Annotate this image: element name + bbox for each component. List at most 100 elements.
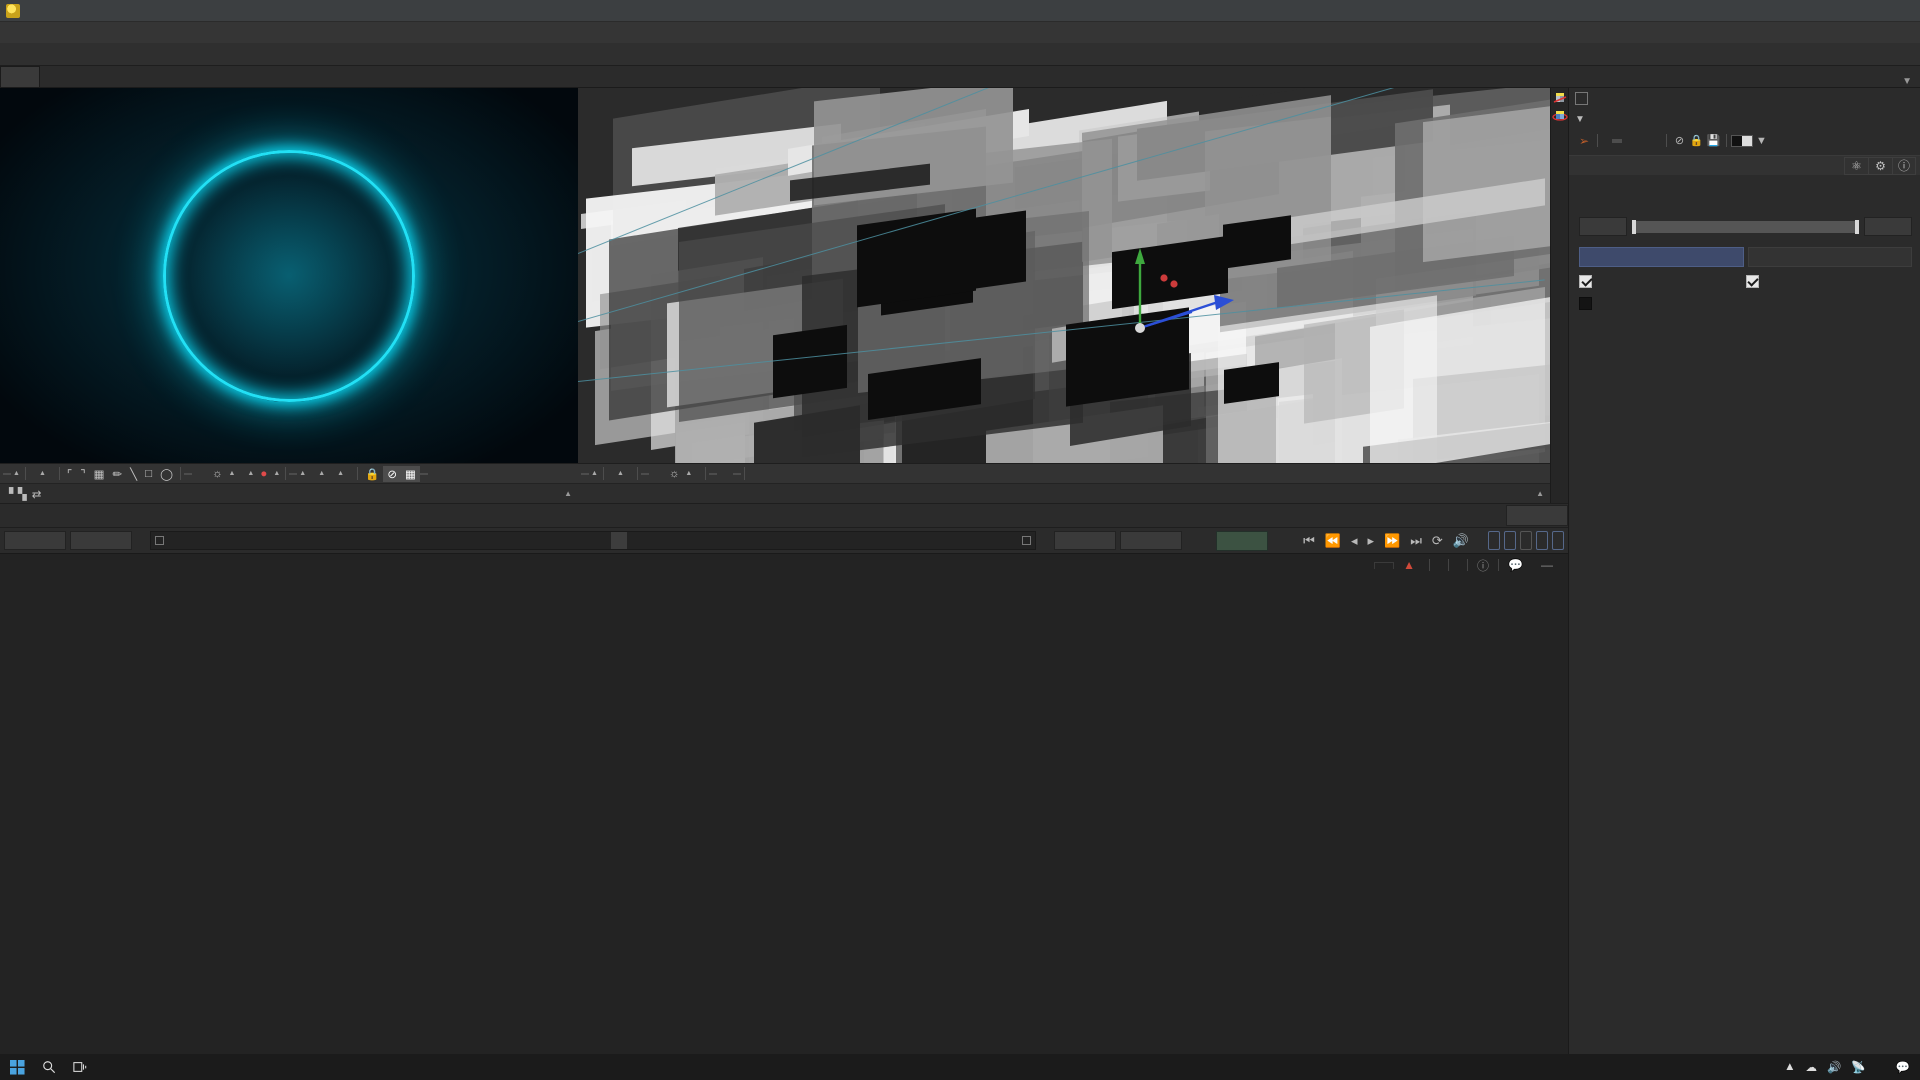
viewer-fit-a-button[interactable] [29,473,37,475]
predivide-checkbox[interactable] [1579,297,1912,310]
tray-expand-icon[interactable]: ▲ [1784,1061,1795,1073]
some-button[interactable] [1552,531,1564,550]
clip-white-checkbox[interactable] [1745,275,1913,288]
roto-curve-icon[interactable]: ⌜ [63,466,76,482]
viewer-ab-button[interactable] [192,473,200,475]
flow-panel[interactable]: ▲ ⓘ 💬 — [0,553,1568,1054]
info-icon[interactable]: ⓘ [1468,554,1498,577]
render-end-field[interactable] [1054,531,1117,550]
scrub-right-handle[interactable] [1022,536,1032,545]
viewer-b-button[interactable] [200,473,208,475]
play-reverse-icon[interactable]: ◂ [1348,533,1361,549]
gradient-swatch-icon[interactable] [1731,134,1753,147]
notifications-icon[interactable]: 💬 [1896,1060,1910,1074]
state-s5[interactable] [1642,139,1652,143]
prx-button[interactable] [1520,531,1532,550]
high-value-field[interactable] [1864,217,1912,236]
mb-button[interactable] [1504,531,1516,550]
direction-forward-button[interactable] [1579,247,1744,267]
start-button[interactable] [2,1054,33,1080]
lock-icon[interactable]: 🔒 [361,466,383,482]
chevron-up-icon[interactable]: ▲ [273,470,280,477]
info-icon[interactable]: ⓘ [1892,156,1916,175]
volume-icon[interactable]: 🔊 [1827,1060,1841,1074]
lock-icon[interactable]: 🔒 [1688,133,1705,148]
comment-icon[interactable]: 💬 [1499,555,1532,575]
maximize-button[interactable] [1828,0,1874,21]
chevron-up-icon[interactable]: ▲ [247,470,254,477]
binocular-icon[interactable]: ☼ [208,467,227,481]
chevron-up-icon[interactable]: ▲ [1536,489,1544,498]
state-s1[interactable] [1602,139,1612,143]
task-view-icon[interactable] [64,1054,95,1080]
clip-black-checkbox[interactable] [1579,275,1746,288]
smr-button[interactable] [419,472,428,475]
pin-icon[interactable]: ➢ [1575,134,1593,148]
low-value-field[interactable] [1579,217,1627,236]
chevron-up-icon[interactable]: ▲ [617,470,624,477]
global-end-field[interactable] [1120,531,1183,550]
alpha-toggle-icon[interactable]: ⊘ [383,465,402,482]
roto-b-icon[interactable]: ⌝ [76,466,89,482]
search-icon[interactable] [33,1054,64,1080]
chevron-up-icon[interactable]: ▲ [337,470,344,477]
roi-button[interactable] [327,473,335,475]
direction-reverse-button[interactable] [1747,247,1912,267]
histogram-icon[interactable]: ▘▚ [9,487,27,501]
cube-3d-orbit-icon[interactable] [1551,108,1568,124]
checker-icon[interactable]: ▦ [90,466,109,482]
fast-button[interactable] [733,472,742,475]
lut-button[interactable] [289,472,298,475]
loop-icon[interactable]: ⟳ [1429,533,1446,549]
snap-button[interactable] [237,473,245,475]
dod-button[interactable] [346,473,354,475]
state-s4[interactable] [1632,139,1642,143]
aprx-button[interactable] [1536,531,1548,550]
chevron-up-icon[interactable]: ▲ [13,470,20,477]
time-ruler-value[interactable] [1506,505,1568,526]
transform-gizmo[interactable] [1122,238,1242,348]
chevron-up-icon[interactable]: ▲ [228,470,235,477]
chevron-up-icon[interactable]: ▲ [564,489,572,498]
chevron-up-icon[interactable]: ▲ [299,470,306,477]
viewer-b-button[interactable] [657,473,665,475]
viewer-fit-a-button[interactable] [607,473,615,475]
viewer-left-canvas[interactable] [0,88,578,463]
viewer-a-button[interactable] [640,472,649,475]
gear-icon[interactable]: ⚙ [1868,156,1892,175]
tab-timeline[interactable] [1430,562,1448,568]
hiq-button[interactable] [1488,531,1500,550]
state-s3[interactable] [1622,139,1632,143]
minimize-button[interactable] [1782,0,1828,21]
global-start-field[interactable] [4,531,66,550]
range-track[interactable] [1632,219,1859,234]
viewer-fit-b-button[interactable] [626,473,634,475]
close-button[interactable] [1874,0,1920,21]
scrub-bar[interactable] [150,531,1037,550]
tab-flow[interactable] [1374,561,1395,569]
onedrive-icon[interactable]: ☁ [1806,1060,1818,1074]
viewer-ab-button[interactable] [649,473,657,475]
step-back-fast-icon[interactable]: ⏪ [1322,533,1344,549]
chevron-down-icon[interactable]: ▼ [1575,114,1585,125]
quad-button[interactable] [694,473,702,475]
chevron-down-icon[interactable]: ▼ [1902,76,1920,87]
viewer-fit-b-button[interactable] [48,473,56,475]
viewer-a-button[interactable] [183,472,192,475]
disable-icon[interactable]: ⊘ [1671,133,1688,148]
comp-tab[interactable] [0,66,40,87]
shadow-button[interactable] [725,473,733,475]
state-s6[interactable] [1652,139,1662,143]
inspector-node-header[interactable]: ▼ [1569,108,1920,130]
rectangle-icon[interactable]: □ [141,467,156,481]
step-forward-fast-icon[interactable]: ⏩ [1381,533,1403,549]
tab-spline[interactable] [1449,562,1467,568]
wire-button[interactable] [709,472,718,475]
tab-console[interactable]: ▲ [1394,555,1429,575]
brush-icon[interactable]: ✏ [109,466,127,482]
color-picker-icon[interactable]: ● [256,467,271,481]
minimize-panel-icon[interactable]: — [1532,555,1562,575]
go-to-start-icon[interactable]: ⏮ [1300,533,1318,549]
line-icon[interactable]: ╲ [126,466,141,482]
chevron-up-icon[interactable]: ▲ [39,470,46,477]
